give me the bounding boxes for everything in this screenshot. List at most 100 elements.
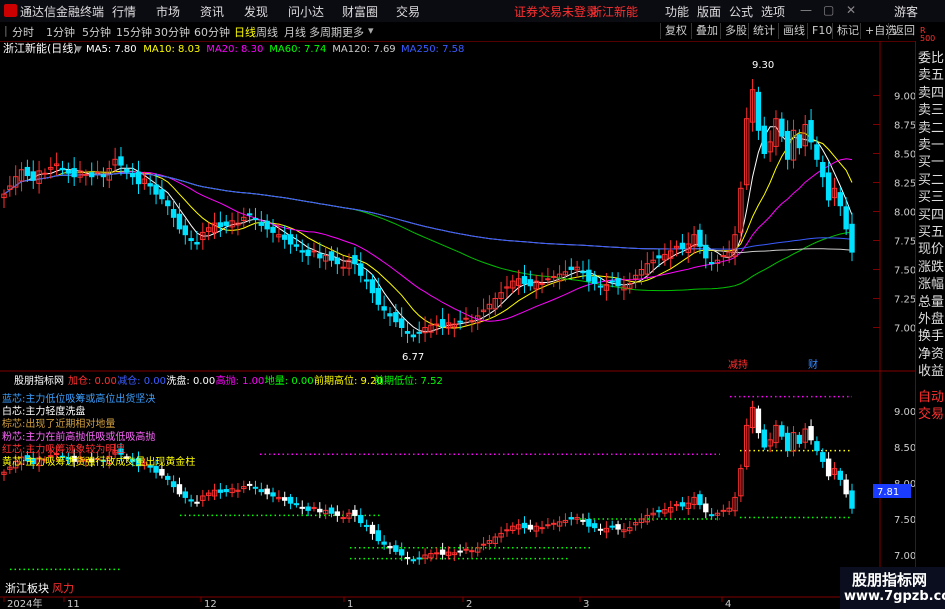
candle-body <box>334 257 341 265</box>
candle-body <box>317 508 323 513</box>
stock-link[interactable]: 浙江新能 <box>590 3 638 20</box>
indicator-value: 前期低位: 7.52 <box>374 374 443 387</box>
period-tab-monthly[interactable]: 月线 <box>284 24 306 40</box>
minimize-icon[interactable]: — <box>800 3 812 17</box>
legend-line: 蓝芯:主力低位吸筹或高位出货坚决 <box>2 392 155 405</box>
quote-label[interactable]: 买一 <box>918 151 944 170</box>
y-tick-label: 8.25 <box>894 179 915 190</box>
candle-body <box>679 502 686 507</box>
tool-mark[interactable]: 标记 <box>832 23 863 39</box>
period-tab-fenshi[interactable]: 分时 <box>12 24 34 40</box>
candle-body <box>182 225 188 236</box>
quote-label[interactable]: 涨跌 <box>918 256 944 275</box>
quote-label[interactable]: 现价 <box>918 238 944 257</box>
ma-value: MA5: 7.80 <box>86 44 137 55</box>
sector-label[interactable]: 浙江板块 <box>5 581 49 595</box>
quote-label[interactable]: 总量 <box>918 291 944 310</box>
candle-body <box>656 255 662 259</box>
quote-label[interactable]: 卖三 <box>918 99 944 118</box>
menu-item-ask[interactable]: 问小达 <box>288 3 324 20</box>
menu-item-market[interactable]: 市场 <box>156 3 180 20</box>
candle-body <box>761 125 767 155</box>
candle-body <box>358 514 364 524</box>
event-marker-reduce[interactable]: 减持 <box>728 358 748 371</box>
quote-label[interactable]: 买五 <box>918 221 944 240</box>
candle-body <box>352 255 358 265</box>
period-tab-daily[interactable]: 日线 <box>234 24 256 40</box>
main-candles <box>1 79 855 344</box>
kline-chart[interactable]: 浙江新能(日线) ▼ MA5: 7.80 MA10: 8.03 MA20: 8.30… <box>0 41 915 609</box>
toolbar-arrow-icon[interactable]: | <box>4 24 8 37</box>
candle-body <box>340 266 346 269</box>
quote-label[interactable]: 卖五 <box>918 64 944 83</box>
menu-bar: 通达信金融终端 行情 市场 资讯 发现 问小达 财富圈 交易 证券交易未登录 浙… <box>0 0 945 23</box>
menu-item-trade[interactable]: 交易 <box>396 3 420 20</box>
tool-drawline[interactable]: 画线 <box>778 23 809 39</box>
candle-body <box>779 425 785 437</box>
sub-panel-label[interactable]: 交易 <box>918 403 944 422</box>
quote-label[interactable]: 收益 <box>918 360 944 379</box>
ma-line <box>3 126 853 333</box>
candle-body <box>586 269 592 282</box>
candle-body <box>293 503 300 506</box>
quote-label[interactable]: 净资 <box>918 343 944 362</box>
candle-body <box>784 130 791 160</box>
guest-label[interactable]: 游客 <box>894 3 918 20</box>
menu-item-quotes[interactable]: 行情 <box>112 3 136 20</box>
tool-overlay[interactable]: 叠加 <box>691 23 722 39</box>
period-tab-more[interactable]: 更多 <box>342 24 364 40</box>
candle-body <box>375 287 381 305</box>
candle-body <box>369 524 376 534</box>
quote-label[interactable]: 买二 <box>918 169 944 188</box>
indicator-value: 加仓: 0.00 <box>68 374 117 387</box>
quote-label[interactable]: 涨幅 <box>918 273 944 292</box>
tool-multistock[interactable]: 多股 <box>720 23 751 39</box>
candle-body <box>539 527 545 530</box>
menu-item-wealth[interactable]: 财富圈 <box>342 3 378 20</box>
quote-label[interactable]: 卖二 <box>918 117 944 136</box>
event-marker-finance[interactable]: 财 <box>808 358 818 371</box>
period-tab-weekly[interactable]: 周线 <box>256 24 278 40</box>
candle-body <box>59 167 66 171</box>
date-label: 4 <box>725 599 731 609</box>
more-chevron-icon[interactable]: ▾ <box>368 24 374 37</box>
period-tab-multi[interactable]: 多周期 <box>309 24 342 40</box>
quote-label[interactable]: 买三 <box>918 186 944 205</box>
period-tab-5min[interactable]: 5分钟 <box>82 24 111 40</box>
menu-item-layout[interactable]: 版面 <box>697 3 721 20</box>
period-tab-1min[interactable]: 1分钟 <box>46 24 75 40</box>
candle-body <box>375 530 381 542</box>
menu-item-function[interactable]: 功能 <box>665 3 689 20</box>
restore-icon[interactable]: ▢ <box>823 3 834 17</box>
menu-item-discover[interactable]: 发现 <box>244 3 268 20</box>
y-tick-label: 9.00 <box>894 92 915 103</box>
trade-login-warning[interactable]: 证券交易未登录 <box>514 3 598 20</box>
candle-body <box>808 426 814 441</box>
quote-label[interactable]: 换手 <box>918 325 944 344</box>
period-tab-30min[interactable]: 30分钟 <box>154 24 190 40</box>
candle-body <box>825 172 832 201</box>
menu-item-options[interactable]: 选项 <box>761 3 785 20</box>
tool-back[interactable]: 返回 <box>888 23 919 39</box>
ma-toggle-icon[interactable]: ▼ <box>75 45 82 55</box>
quote-label[interactable]: 外盘 <box>918 308 944 327</box>
quote-label[interactable]: 卖四 <box>918 82 944 101</box>
close-icon[interactable]: ✕ <box>846 3 856 17</box>
candle-body <box>439 319 446 327</box>
ma-value: MA120: 7.69 <box>332 44 395 55</box>
quote-label[interactable]: 卖一 <box>918 134 944 153</box>
candle-body <box>580 271 586 274</box>
tool-stats[interactable]: 统计 <box>748 23 779 39</box>
menu-item-formula[interactable]: 公式 <box>729 3 753 20</box>
candle-body <box>381 541 387 545</box>
period-tab-15min[interactable]: 15分钟 <box>116 24 152 40</box>
period-tab-60min[interactable]: 60分钟 <box>194 24 230 40</box>
tool-adjust[interactable]: 复权 <box>660 23 691 39</box>
candle-body <box>387 313 393 317</box>
quote-label[interactable]: 买四 <box>918 204 944 223</box>
candle-body <box>176 213 183 230</box>
menu-item-news[interactable]: 资讯 <box>200 3 224 20</box>
sector-tag[interactable]: 风力 <box>52 582 74 595</box>
quote-label[interactable]: 委比 <box>918 47 944 66</box>
candle-body <box>264 488 270 495</box>
